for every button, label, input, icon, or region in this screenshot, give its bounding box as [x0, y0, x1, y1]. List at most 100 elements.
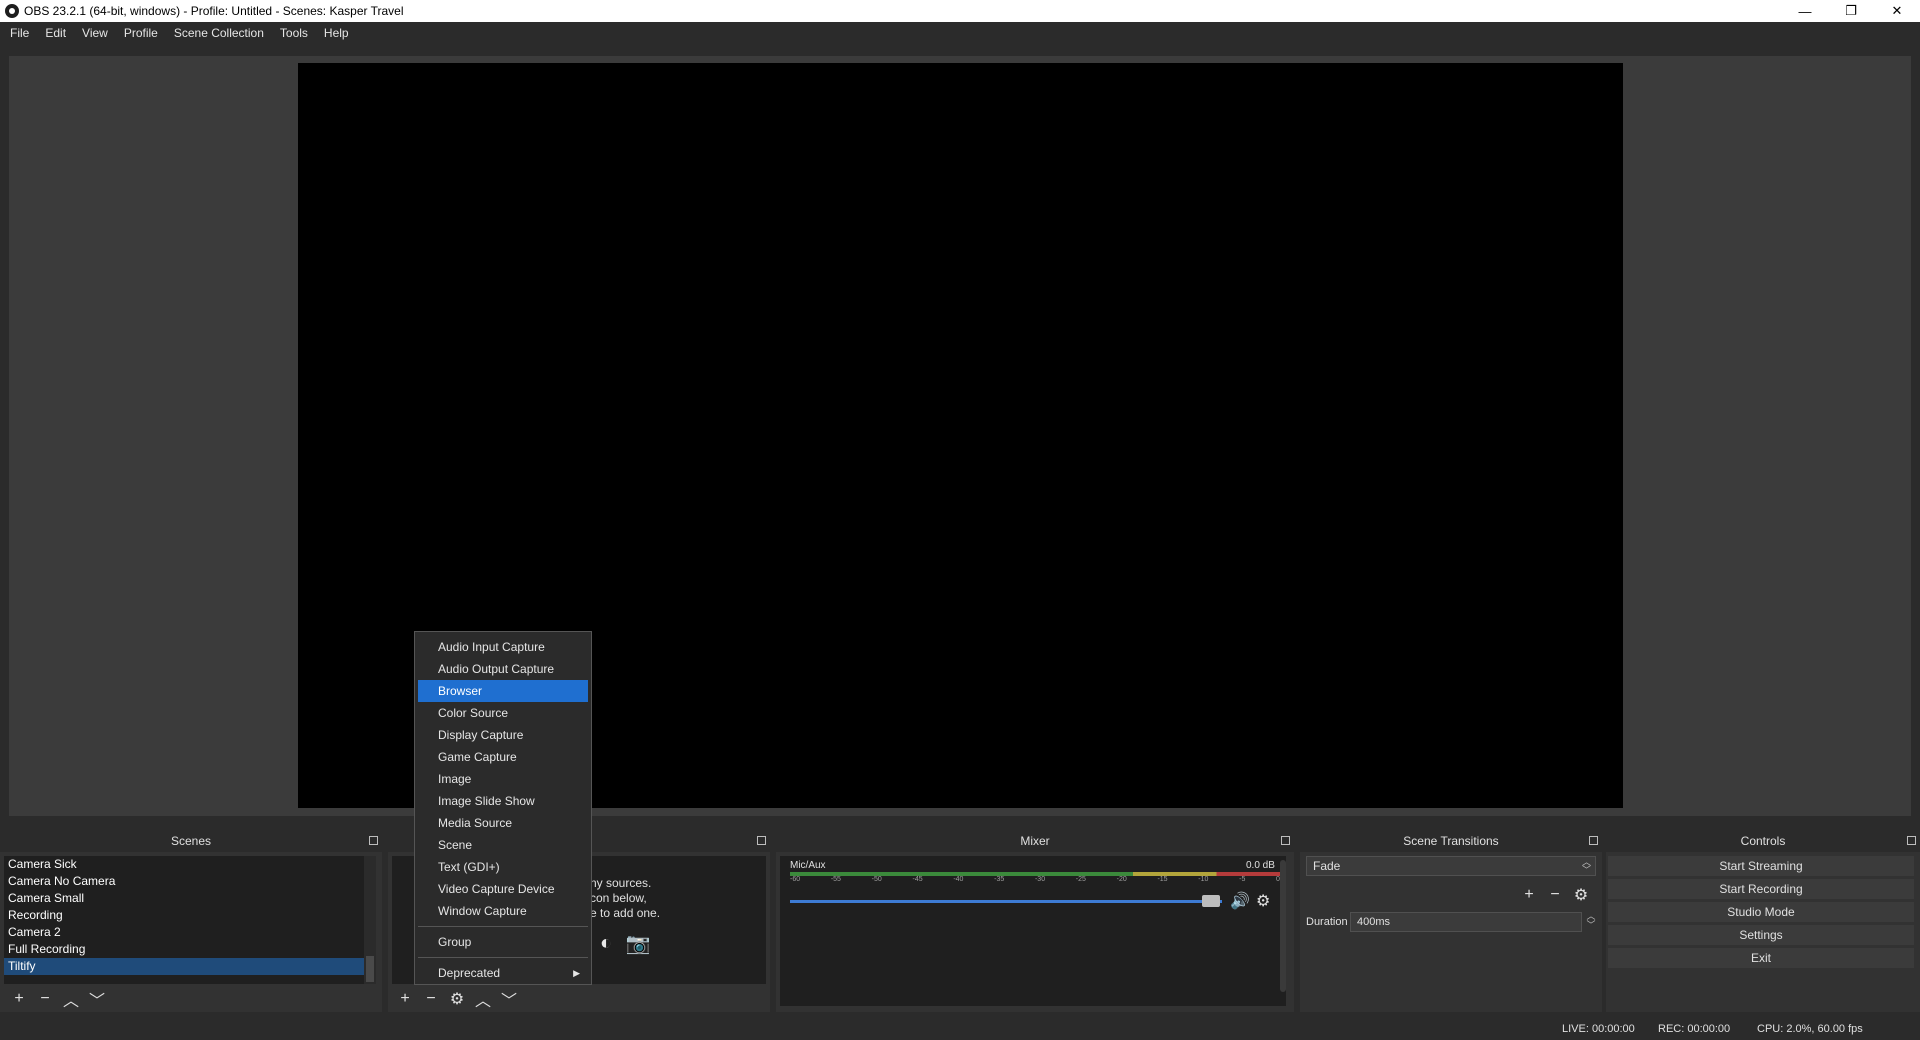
menu-tools[interactable]: Tools [272, 22, 316, 44]
menu-item-deprecated[interactable]: Deprecated ▶ [418, 962, 588, 984]
controls-title: Controls [1740, 834, 1786, 848]
menu-item-window-capture[interactable]: Window Capture [418, 900, 588, 922]
track-db: 0.0 dB [1246, 860, 1275, 871]
menu-view[interactable]: View [74, 22, 116, 44]
undock-icon[interactable] [369, 836, 378, 845]
scale-tick: -60 [790, 876, 801, 883]
submenu-arrow-icon: ▶ [573, 968, 580, 978]
maximize-button[interactable]: ❐ [1828, 0, 1874, 22]
add-transition-icon[interactable]: + [1518, 884, 1540, 906]
scale-tick: -10 [1198, 876, 1209, 883]
controls-header: Controls [1606, 830, 1920, 852]
duration-spinner-icon[interactable]: ︿ ﹀ [1584, 912, 1598, 932]
undock-icon[interactable] [1281, 836, 1290, 845]
scene-item[interactable]: Full Recording [4, 941, 364, 958]
gear-icon[interactable]: ⚙ [1256, 891, 1270, 911]
transition-value: Fade [1313, 859, 1341, 873]
menu-item-audio-input-capture[interactable]: Audio Input Capture [418, 636, 588, 658]
scale-tick: -25 [1075, 876, 1086, 883]
live-status: LIVE: 00:00:00 [1562, 1023, 1635, 1035]
menu-help[interactable]: Help [316, 22, 357, 44]
scene-scrollbar[interactable] [364, 856, 376, 984]
menu-item-video-capture-device[interactable]: Video Capture Device [418, 878, 588, 900]
scenes-header: Scenes [0, 830, 382, 852]
scenes-title: Scenes [170, 834, 212, 848]
menu-bar: File Edit View Profile Scene Collection … [0, 22, 1920, 44]
menu-item-audio-output-capture[interactable]: Audio Output Capture [418, 658, 588, 680]
track-name: Mic/Aux [790, 860, 826, 871]
menu-item-media-source[interactable]: Media Source [418, 812, 588, 834]
hint-line: con below, [590, 891, 647, 905]
title-bar: OBS 23.2.1 (64-bit, windows) - Profile: … [0, 0, 1920, 22]
close-button[interactable]: ✕ [1874, 0, 1920, 22]
menu-separator [418, 926, 588, 927]
rec-status: REC: 00:00:00 [1658, 1023, 1731, 1035]
remove-source-icon[interactable]: − [418, 988, 444, 1010]
mixer-scrollbar[interactable] [1280, 860, 1286, 992]
settings-button[interactable]: Settings [1608, 925, 1914, 945]
studio-mode-button[interactable]: Studio Mode [1608, 902, 1914, 922]
menu-file[interactable]: File [2, 22, 37, 44]
sources-toolbar: + − ⚙ ︿ ﹀ [392, 988, 522, 1010]
scene-item-selected[interactable]: Tiltify [4, 958, 364, 975]
start-recording-button[interactable]: Start Recording [1608, 879, 1914, 899]
meter-scale: -60 -55 -50 -45 -40 -35 -30 -25 -20 -15 … [790, 876, 1280, 886]
window-controls: — ❐ ✕ [1782, 0, 1920, 22]
undock-icon[interactable] [1907, 836, 1916, 845]
scale-tick: -5 [1239, 876, 1246, 883]
scale-tick: -50 [871, 876, 882, 883]
hint-line: ny sources. [590, 876, 652, 890]
transition-select[interactable]: Fade ︿ ﹀ [1306, 856, 1596, 876]
menu-edit[interactable]: Edit [37, 22, 74, 44]
scene-item[interactable]: Camera Small [4, 890, 364, 907]
scene-item[interactable]: Camera Sick [4, 856, 364, 873]
scene-item[interactable]: Camera No Camera [4, 873, 364, 890]
duration-input[interactable]: 400ms [1350, 912, 1582, 932]
scrollbar-thumb[interactable] [366, 956, 374, 982]
remove-transition-icon[interactable]: − [1544, 884, 1566, 906]
menu-item-game-capture[interactable]: Game Capture [418, 746, 588, 768]
minimize-button[interactable]: — [1782, 0, 1828, 22]
menu-item-display-capture[interactable]: Display Capture [418, 724, 588, 746]
add-source-icon[interactable]: + [392, 988, 418, 1010]
mixer-header: Mixer [776, 830, 1294, 852]
volume-slider[interactable] [790, 900, 1222, 903]
menu-item-group[interactable]: Group [418, 931, 588, 953]
scenes-dock: Scenes Camera Sick Camera No Camera Came… [0, 830, 382, 1012]
transitions-title: Scene Transitions [1403, 834, 1499, 848]
menu-item-image-slide-show[interactable]: Image Slide Show [418, 790, 588, 812]
move-down-icon[interactable]: ﹀ [84, 988, 110, 1010]
remove-scene-icon[interactable]: − [32, 988, 58, 1010]
undock-icon[interactable] [1589, 836, 1598, 845]
menu-item-text-gdi[interactable]: Text (GDI+) [418, 856, 588, 878]
menu-item-scene[interactable]: Scene [418, 834, 588, 856]
scene-list[interactable]: Camera Sick Camera No Camera Camera Smal… [4, 856, 364, 984]
scale-tick: -45 [912, 876, 923, 883]
camera-icon: 📷 [625, 932, 651, 955]
undock-icon[interactable] [757, 836, 766, 845]
menu-item-browser[interactable]: Browser [418, 680, 588, 702]
scene-item[interactable]: Camera 2 [4, 924, 364, 941]
updown-arrows-icon: ︿ ﹀ [1581, 857, 1591, 875]
source-properties-gear-icon[interactable]: ⚙ [444, 988, 470, 1010]
menu-item-color-source[interactable]: Color Source [418, 702, 588, 724]
start-streaming-button[interactable]: Start Streaming [1608, 856, 1914, 876]
transition-toolbar: + − ⚙ [1518, 884, 1592, 906]
menu-item-image[interactable]: Image [418, 768, 588, 790]
volume-slider-knob[interactable] [1202, 895, 1220, 907]
menu-scene-collection[interactable]: Scene Collection [166, 22, 272, 44]
move-down-icon[interactable]: ﹀ [496, 988, 522, 1010]
controls-dock: Controls Start Streaming Start Recording… [1606, 830, 1920, 1012]
add-scene-icon[interactable]: + [6, 988, 32, 1010]
scale-tick: -30 [1034, 876, 1046, 883]
move-up-icon[interactable]: ︿ [58, 988, 84, 1010]
move-up-icon[interactable]: ︿ [470, 988, 496, 1010]
obs-logo-icon [5, 4, 19, 18]
exit-button[interactable]: Exit [1608, 948, 1914, 968]
scene-item[interactable]: Recording [4, 907, 364, 924]
speaker-icon[interactable]: 🔊 [1230, 891, 1250, 911]
transition-gear-icon[interactable]: ⚙ [1570, 884, 1592, 906]
menu-separator [418, 957, 588, 958]
menu-profile[interactable]: Profile [116, 22, 166, 44]
scale-tick: -20 [1116, 876, 1127, 883]
